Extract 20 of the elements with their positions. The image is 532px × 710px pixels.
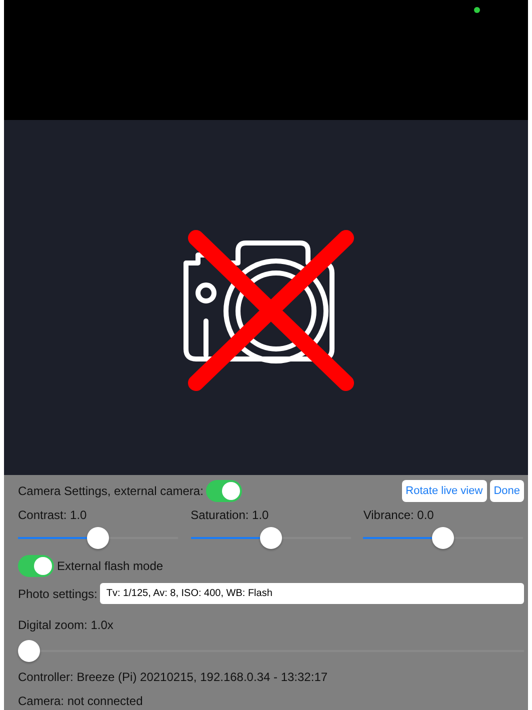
slider-thumb[interactable]	[18, 640, 40, 662]
photo-settings-field[interactable]: Tv: 1/125, Av: 8, ISO: 400, WB: Flash	[100, 583, 524, 604]
slider-label: Vibrance: 0.0	[363, 507, 435, 524]
slider-label: Saturation: 1.0	[190, 507, 270, 524]
camera-toggle[interactable]	[206, 480, 242, 502]
photo-settings-label: Photo settings:	[18, 586, 98, 602]
status-dot	[474, 7, 480, 13]
slider-label: Contrast: 1.0	[18, 507, 88, 524]
camera-settings-label: Camera Settings, external camera:	[18, 483, 204, 500]
toolbar-button[interactable]: Done	[490, 480, 524, 502]
slider-thumb[interactable]	[432, 527, 454, 549]
toolbar-button[interactable]: Rotate live view	[402, 480, 487, 502]
status-text: Camera: not connected	[18, 693, 144, 710]
flash-mode-label: External flash mode	[57, 558, 164, 575]
flash-toggle[interactable]	[18, 555, 54, 577]
slider-thumb[interactable]	[260, 527, 282, 549]
zoom-slider[interactable]	[18, 640, 524, 662]
slider-thumb[interactable]	[87, 527, 109, 549]
status-text: Controller: Breeze (Pi) 20210215, 192.168.0.34 - 13:32:17	[18, 669, 329, 686]
digital-zoom-label: Digital zoom: 1.0x	[18, 617, 114, 634]
